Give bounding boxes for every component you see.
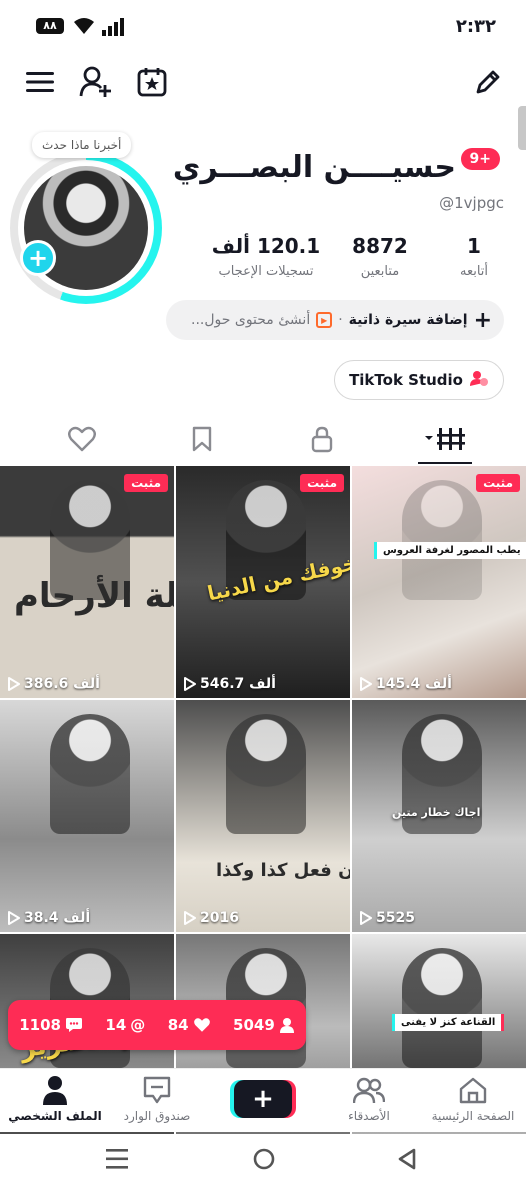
stat-followers[interactable]: 8872 متابعين <box>340 234 420 279</box>
stat-label: متابعين <box>360 264 400 279</box>
stat-value: 120.1 ألف <box>211 234 321 258</box>
thumbnail-figure <box>402 480 482 600</box>
thumbnail-figure <box>402 948 482 1068</box>
studio-icon <box>469 369 489 391</box>
stat-value: 8872 <box>352 234 408 258</box>
view-count: 2016 <box>184 910 239 926</box>
nav-profile[interactable]: الملف الشخصي <box>0 1075 110 1123</box>
bio-hint: أنشئ محتوى حول... <box>191 312 311 328</box>
add-story-button[interactable]: + <box>20 240 56 276</box>
play-icon <box>8 911 20 925</box>
video-caption: القناعة كنز لا يفنى <box>392 1014 505 1031</box>
nav-friends-label: الأصدقاء <box>348 1109 390 1123</box>
video-thumbnail[interactable]: 38.4 ألف <box>0 700 174 932</box>
nav-inbox-label: صندوق الوارد <box>123 1109 191 1123</box>
tiktok-studio-button[interactable]: TikTok Studio <box>334 360 504 400</box>
nav-inbox[interactable]: صندوق الوارد <box>102 1075 212 1123</box>
status-time: ٢:٣٢ <box>455 16 496 37</box>
create-button[interactable]: + <box>234 1080 292 1118</box>
nav-home-label: الصفحة الرئيسية <box>431 1109 515 1123</box>
nav-home[interactable]: الصفحة الرئيسية <box>418 1075 526 1123</box>
stat-label: تسجيلات الإعجاب <box>218 264 314 279</box>
view-count-text: 145.4 ألف <box>376 676 452 692</box>
status-bubble[interactable]: أخبرنا ماذا حدث <box>32 132 132 158</box>
system-nav-bar <box>0 1134 526 1186</box>
studio-label: TikTok Studio <box>349 371 463 389</box>
recents-icon[interactable] <box>106 1148 130 1174</box>
video-thumbnail[interactable]: مثبت صلة الأرحام 386.6 ألف <box>0 466 174 698</box>
video-stats-toast[interactable]: 1108 14 @ 84 5049 <box>8 1000 306 1050</box>
video-thumbnail[interactable]: مثبت خوفك من الدنيا 546.7 ألف <box>176 466 350 698</box>
stat-value: 1 <box>467 234 481 258</box>
pinned-badge: مثبت <box>476 474 520 492</box>
tab-liked[interactable] <box>62 424 102 454</box>
inbox-icon <box>102 1075 212 1105</box>
profile-handle: @1vjpgc <box>439 194 504 212</box>
view-count: 145.4 ألف <box>360 676 452 692</box>
profile-icon <box>0 1075 110 1105</box>
calendar-star-icon[interactable] <box>134 64 170 100</box>
view-count: 546.7 ألف <box>184 676 276 692</box>
play-icon <box>184 911 196 925</box>
play-icon <box>360 677 372 691</box>
tab-indicator <box>418 462 472 464</box>
pinned-badge: مثبت <box>300 474 344 492</box>
home-circle-icon[interactable] <box>252 1147 276 1175</box>
separator-dot: · <box>338 312 343 328</box>
bio-add-label: إضافة سيرة ذاتية <box>348 312 468 328</box>
video-thumbnail[interactable]: مثبت يطب المصور لغرفة العروس 145.4 ألف <box>352 466 526 698</box>
video-icon: ▶ <box>316 312 333 328</box>
video-caption: صلة الأرحام <box>14 576 174 616</box>
edge-handle[interactable] <box>518 106 526 150</box>
mentions-stat: 14 @ <box>105 1016 146 1034</box>
video-caption: اجاك خطار متين <box>392 806 481 819</box>
tab-favorites[interactable] <box>182 424 222 454</box>
view-count: 386.6 ألف <box>8 676 100 692</box>
tab-videos[interactable] <box>418 424 472 454</box>
play-icon <box>184 677 196 691</box>
stat-likes[interactable]: 120.1 ألف تسجيلات الإعجاب <box>206 234 326 279</box>
thumbnail-figure <box>50 714 130 834</box>
stat-following[interactable]: 1 أتابعه <box>444 234 504 279</box>
video-thumbnail[interactable]: اجاك خطار متين 5525 <box>352 700 526 932</box>
friends-icon <box>314 1075 424 1105</box>
battery-icon: ٨٨ <box>36 18 64 34</box>
video-caption: يطب المصور لغرفة العروس <box>374 542 526 559</box>
home-icon <box>418 1075 526 1105</box>
stat-label: أتابعه <box>459 264 489 279</box>
notification-badge[interactable]: 9+ <box>460 148 500 170</box>
view-count-text: 5525 <box>376 910 415 926</box>
back-icon[interactable] <box>396 1147 418 1175</box>
wifi-icon <box>72 16 96 40</box>
view-count-text: 546.7 ألف <box>200 676 276 692</box>
view-count-text: 2016 <box>200 910 239 926</box>
video-thumbnail[interactable]: فلان فعل كذا وكذا 2016 <box>176 700 350 932</box>
video-caption: فلان فعل كذا وكذا <box>216 860 350 881</box>
view-count: 5525 <box>360 910 415 926</box>
menu-icon[interactable] <box>24 66 56 98</box>
tab-private[interactable] <box>302 424 342 454</box>
followers-stat: 5049 <box>233 1016 295 1034</box>
view-count-text: 38.4 ألف <box>24 910 91 926</box>
edit-pencil-icon[interactable] <box>470 64 506 100</box>
signal-icon <box>102 18 126 40</box>
play-icon <box>360 911 372 925</box>
likes-stat: 84 <box>168 1016 211 1034</box>
profile-name: حسيــــن البصـــري <box>172 150 456 185</box>
plus-icon: + <box>473 307 492 333</box>
add-friend-icon[interactable] <box>78 64 114 100</box>
add-bio-button[interactable]: أنشئ محتوى حول... ▶ · إضافة سيرة ذاتية + <box>166 300 504 340</box>
comments-stat: 1108 <box>19 1016 83 1034</box>
pinned-badge: مثبت <box>124 474 168 492</box>
thumbnail-figure <box>226 714 306 834</box>
nav-profile-label: الملف الشخصي <box>8 1109 102 1123</box>
play-icon <box>8 677 20 691</box>
nav-friends[interactable]: الأصدقاء <box>314 1075 424 1123</box>
view-count-text: 386.6 ألف <box>24 676 100 692</box>
avatar[interactable] <box>10 152 162 304</box>
view-count: 38.4 ألف <box>8 910 90 926</box>
